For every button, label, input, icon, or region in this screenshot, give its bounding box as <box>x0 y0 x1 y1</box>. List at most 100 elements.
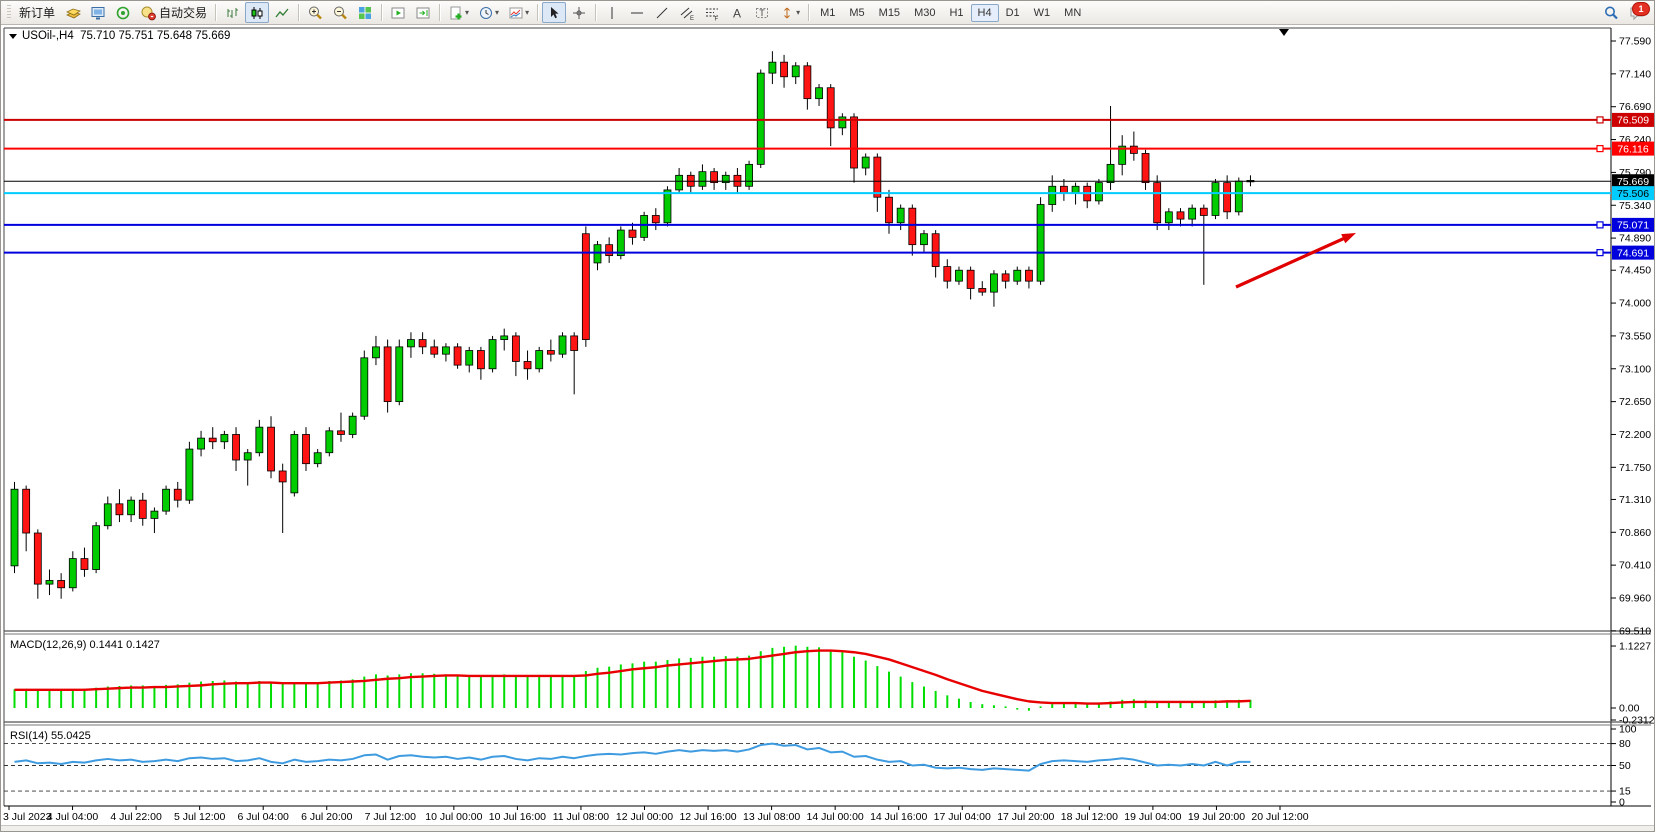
templates-button[interactable]: ▾ <box>504 2 533 23</box>
time-tick-label: 13 Jul 08:00 <box>743 811 800 823</box>
toolbar-separator <box>381 4 382 21</box>
equidistant-channel-icon: E <box>679 5 695 21</box>
new-order-button[interactable]: 新订单 <box>14 3 60 22</box>
signals-button[interactable] <box>111 2 135 23</box>
text-label-button[interactable]: T <box>750 2 774 23</box>
chart-candles-button[interactable] <box>245 2 269 23</box>
candle-body <box>81 559 88 570</box>
timeframe-d1[interactable]: D1 <box>999 4 1027 22</box>
crosshair-icon <box>571 5 587 21</box>
horizontal-line-button[interactable] <box>625 2 649 23</box>
periods-button[interactable]: ▾ <box>474 2 503 23</box>
terminal-icon <box>90 5 106 21</box>
candle-body <box>1235 181 1242 212</box>
trendline-button[interactable] <box>650 2 674 23</box>
timeframe-m1[interactable]: M1 <box>813 4 842 22</box>
indicators-icon <box>448 5 464 21</box>
timeframe-m15[interactable]: M15 <box>872 4 907 22</box>
price-line-badge-label: 76.509 <box>1617 115 1649 127</box>
candle-body <box>851 117 858 168</box>
vertical-line-button[interactable] <box>600 2 624 23</box>
cursor-button[interactable] <box>542 2 566 23</box>
candle-body <box>116 504 123 515</box>
gold-bars-button[interactable] <box>61 2 85 23</box>
zoom-out-button[interactable] <box>328 2 352 23</box>
zoom-in-button[interactable] <box>303 2 327 23</box>
line-handle[interactable] <box>1597 117 1603 123</box>
chart-candles-icon <box>249 5 265 21</box>
candle-body <box>664 190 671 223</box>
trendline-icon <box>654 5 670 21</box>
candle-body <box>641 215 648 237</box>
symbol-dropdown-icon[interactable] <box>9 34 17 39</box>
auto-scroll-button[interactable] <box>386 2 410 23</box>
candle-body <box>454 347 461 365</box>
timeframe-h1[interactable]: H1 <box>942 4 970 22</box>
candle-body <box>944 267 951 282</box>
search-button[interactable] <box>1599 2 1623 23</box>
line-handle[interactable] <box>1597 250 1603 256</box>
price-tick-label: 74.000 <box>1619 298 1651 310</box>
candle-body <box>186 449 193 500</box>
fibonacci-button[interactable]: F <box>700 2 724 23</box>
notifications-button[interactable]: 1 <box>1624 3 1650 23</box>
toolbar-separator <box>808 4 809 21</box>
macd-indicator-label: MACD(12,26,9) 0.1441 0.1427 <box>10 639 160 651</box>
toolbar-separator <box>595 4 596 21</box>
candle-body <box>233 434 240 460</box>
arrows-button[interactable]: ▾ <box>775 2 804 23</box>
candle-body <box>512 336 519 362</box>
candle-body <box>163 489 170 511</box>
crosshair-button[interactable] <box>567 2 591 23</box>
candle-body <box>384 347 391 402</box>
candle-body <box>244 453 251 460</box>
rsi-indicator-label: RSI(14) 55.0425 <box>10 730 91 742</box>
candle-body <box>979 288 986 292</box>
candle-body <box>792 66 799 77</box>
candle-body <box>198 438 205 449</box>
time-tick-label: 11 Jul 08:00 <box>553 811 610 823</box>
candle-body <box>524 361 531 368</box>
chart-line-button[interactable] <box>270 2 294 23</box>
toolbar-grip <box>7 5 11 20</box>
chart-shift-button[interactable] <box>411 2 435 23</box>
timeframe-m5[interactable]: M5 <box>842 4 871 22</box>
rsi-axis-label: 100 <box>1619 724 1637 736</box>
text-button[interactable]: A <box>725 2 749 23</box>
autotrading-button[interactable]: 自动交易 <box>136 2 211 23</box>
svg-text:A: A <box>733 6 741 20</box>
candle-body <box>1200 208 1207 215</box>
candle-body <box>46 580 53 584</box>
candle-body <box>442 347 449 354</box>
chevron-down-icon: ▾ <box>465 8 469 17</box>
toolbar-separator <box>439 4 440 21</box>
timeframe-w1[interactable]: W1 <box>1027 4 1058 22</box>
candle-body <box>69 559 76 588</box>
candle-body <box>139 500 146 518</box>
equidistant-channel-button[interactable]: E <box>675 2 699 23</box>
time-tick-label: 6 Jul 04:00 <box>238 811 290 823</box>
candle-body <box>372 347 379 358</box>
indicators-button[interactable]: ▾ <box>444 2 473 23</box>
time-tick-label: 19 Jul 20:00 <box>1188 811 1245 823</box>
chart-bars-button[interactable] <box>220 2 244 23</box>
candle-body <box>582 234 589 340</box>
chevron-down-icon: ▾ <box>495 8 499 17</box>
candle-body <box>314 453 321 464</box>
price-tick-label: 73.550 <box>1619 330 1651 342</box>
terminal-button[interactable] <box>86 2 110 23</box>
candle-body <box>816 88 823 99</box>
timeframe-m30[interactable]: M30 <box>907 4 942 22</box>
time-tick-label: 6 Jul 20:00 <box>301 811 353 823</box>
price-tick-label: 74.890 <box>1619 233 1651 245</box>
line-handle[interactable] <box>1597 146 1603 152</box>
candle-body <box>501 336 508 340</box>
chart-canvas[interactable]: 77.59077.14076.69076.24075.79075.34074.8… <box>1 1 1655 832</box>
line-handle[interactable] <box>1597 222 1603 228</box>
tile-windows-button[interactable] <box>353 2 377 23</box>
price-tick-label: 74.450 <box>1619 265 1651 277</box>
time-tick-label: 3 Jul 2023 <box>3 811 52 823</box>
timeframe-h4[interactable]: H4 <box>971 4 999 22</box>
timeframe-mn[interactable]: MN <box>1057 4 1088 22</box>
candle-body <box>419 340 426 347</box>
